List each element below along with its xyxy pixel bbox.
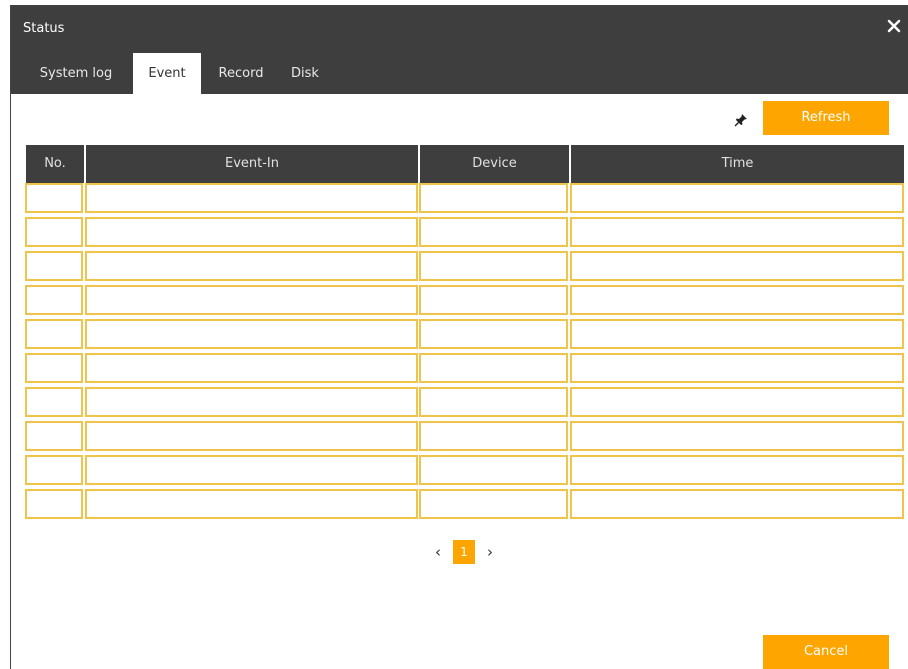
table-cell [25, 183, 83, 213]
table-cell [570, 353, 904, 383]
table-cell [85, 285, 418, 315]
tab-disk[interactable]: Disk [283, 53, 327, 94]
table-cell [419, 319, 568, 349]
table-cell [570, 251, 904, 281]
table-cell [25, 319, 83, 349]
close-icon[interactable] [886, 18, 902, 34]
table-cell [85, 455, 418, 485]
table-cell [419, 489, 568, 519]
table-cell [25, 387, 83, 417]
column-header-device: Device [420, 145, 569, 183]
table-cell [85, 319, 418, 349]
pin-icon[interactable] [734, 112, 748, 127]
status-dialog: Status System log Event Record Disk Refr… [10, 5, 908, 669]
column-header-event-in: Event-In [86, 145, 418, 183]
table-cell [419, 251, 568, 281]
table-cell [25, 353, 83, 383]
table-cell [25, 251, 83, 281]
table-cell [419, 455, 568, 485]
cancel-button[interactable]: Cancel [763, 635, 889, 669]
table-cell [25, 421, 83, 451]
dialog-title: Status [23, 21, 65, 36]
table-cell [419, 217, 568, 247]
column-header-time: Time [571, 145, 904, 183]
table-cell [570, 421, 904, 451]
table-cell [85, 353, 418, 383]
column-header-no: No. [26, 145, 84, 183]
table-cell [419, 353, 568, 383]
table-cell [570, 183, 904, 213]
table-cell [419, 421, 568, 451]
tab-event[interactable]: Event [133, 53, 201, 94]
refresh-button[interactable]: Refresh [763, 101, 889, 135]
table-cell [570, 217, 904, 247]
table-cell [25, 285, 83, 315]
table-cell [419, 387, 568, 417]
table-cell [570, 285, 904, 315]
table-cell [570, 319, 904, 349]
table-cell [25, 489, 83, 519]
next-page-button[interactable]: › [481, 540, 499, 564]
table-cell [570, 489, 904, 519]
tab-record[interactable]: Record [209, 53, 273, 94]
table-cell [419, 183, 568, 213]
table-cell [85, 387, 418, 417]
prev-page-button[interactable]: ‹ [429, 540, 447, 564]
table-cell [85, 217, 418, 247]
dialog-header: Status System log Event Record Disk [11, 5, 908, 94]
table-cell [570, 455, 904, 485]
table-cell [419, 285, 568, 315]
table-cell [85, 421, 418, 451]
table-cell [85, 183, 418, 213]
table-cell [25, 217, 83, 247]
table-cell [25, 455, 83, 485]
table-cell [85, 251, 418, 281]
table-cell [85, 489, 418, 519]
page-1-button[interactable]: 1 [453, 540, 475, 564]
table-cell [570, 387, 904, 417]
tab-system-log[interactable]: System log [31, 53, 121, 94]
